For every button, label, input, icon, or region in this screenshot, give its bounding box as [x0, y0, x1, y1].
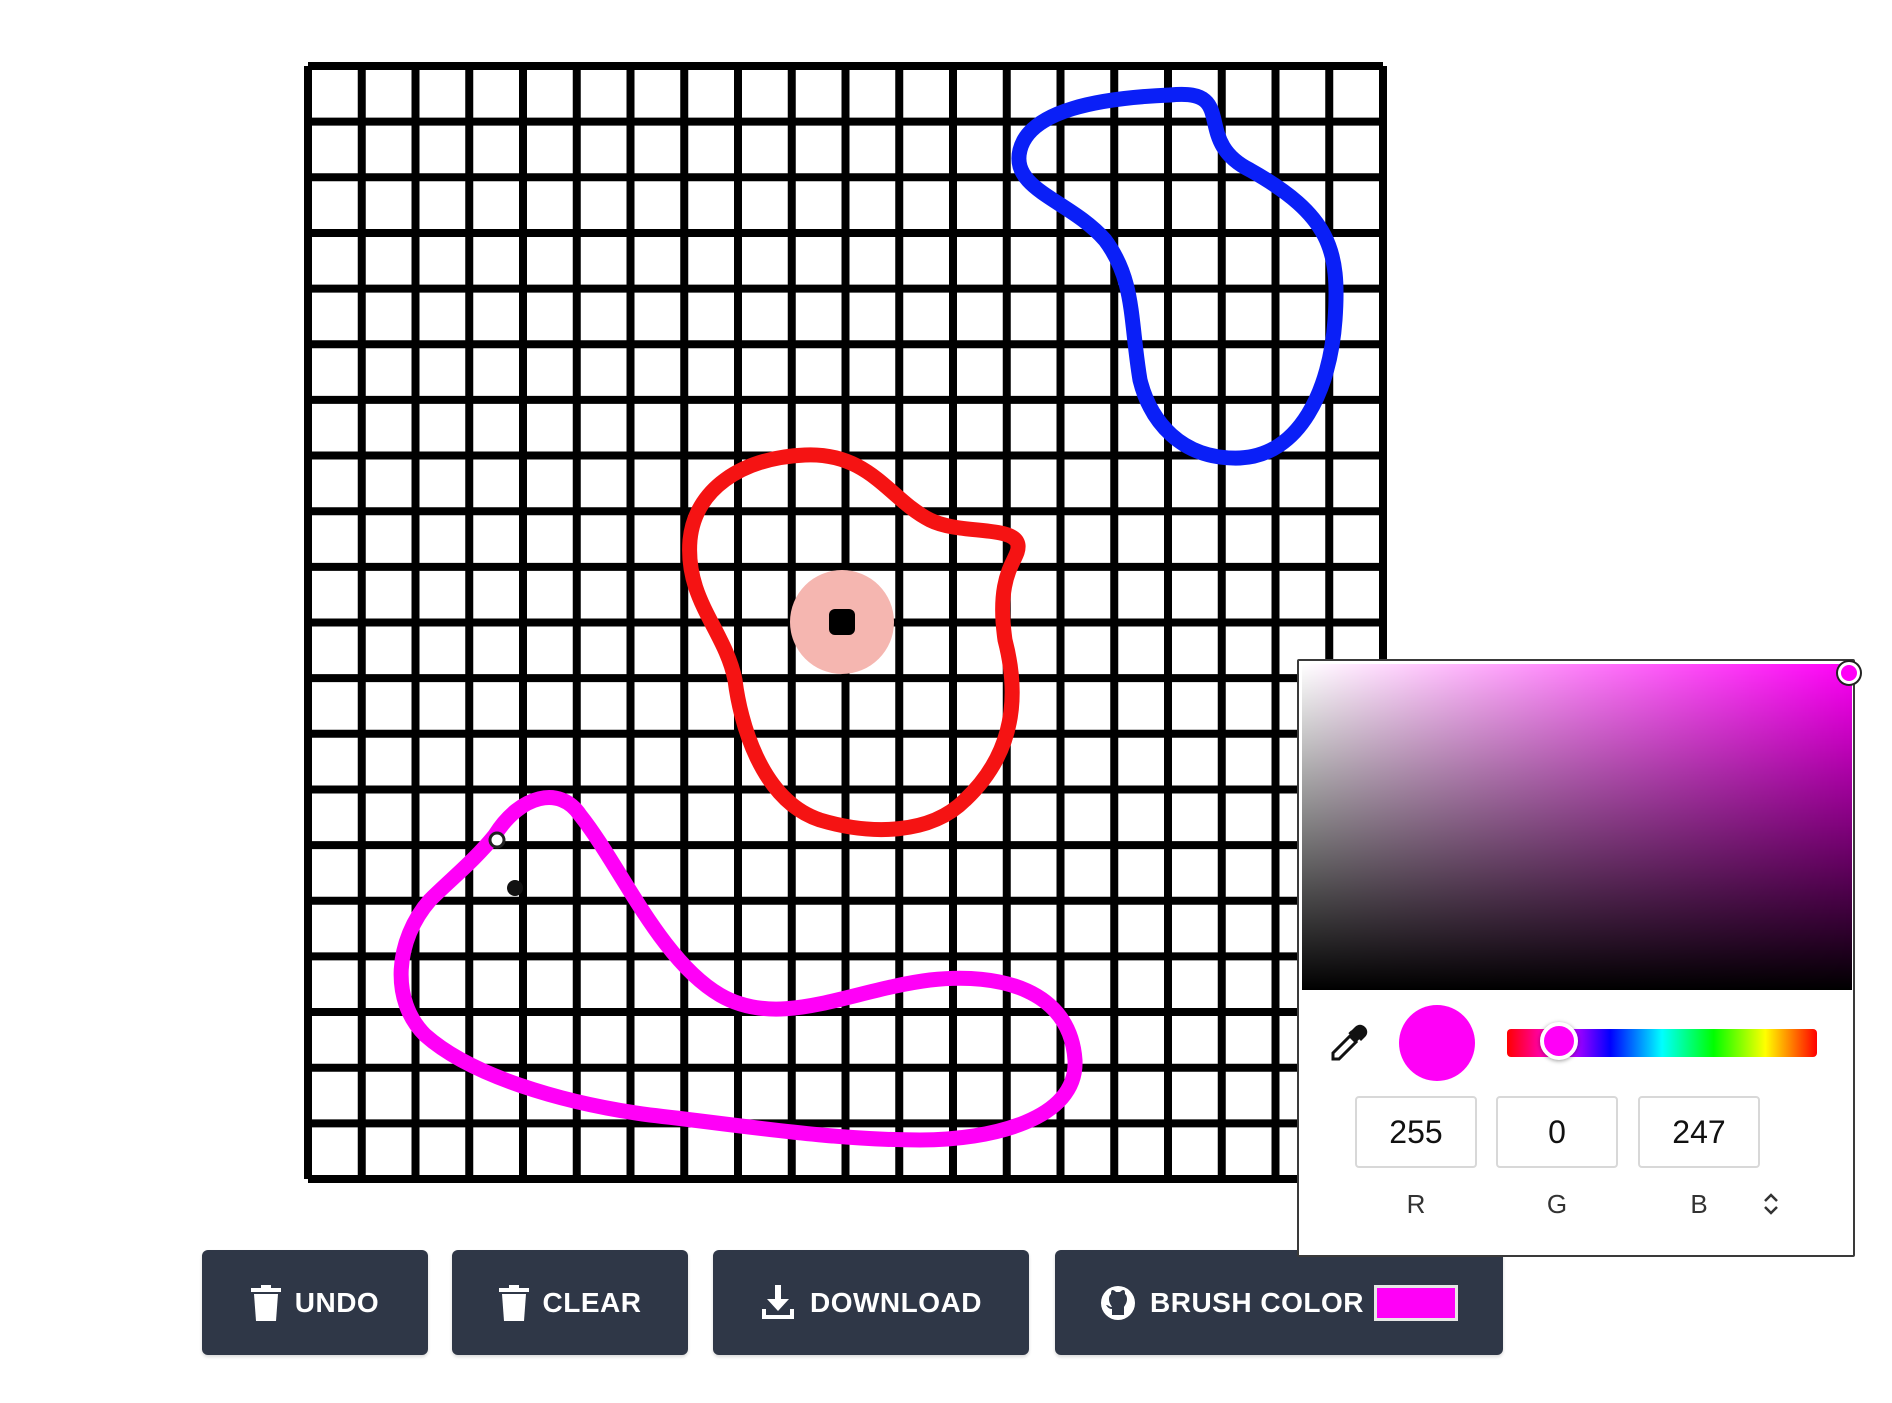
download-button[interactable]: DOWNLOAD — [713, 1250, 1029, 1355]
red-label: R — [1406, 1189, 1426, 1219]
blue-input[interactable] — [1638, 1096, 1760, 1168]
green-input[interactable] — [1496, 1096, 1618, 1168]
black-dot — [507, 880, 523, 896]
blue-label: B — [1690, 1189, 1708, 1219]
undo-button[interactable]: UNDO — [202, 1250, 428, 1355]
trash-icon — [498, 1284, 529, 1321]
red-input[interactable] — [1355, 1096, 1477, 1168]
undo-label: UNDO — [294, 1286, 380, 1318]
download-label: DOWNLOAD — [810, 1286, 982, 1318]
clear-button[interactable]: CLEAR — [452, 1250, 688, 1355]
brush-color-swatch[interactable] — [1373, 1284, 1458, 1321]
color-preview — [1399, 1005, 1475, 1081]
chevron-updown-icon[interactable] — [1761, 1191, 1781, 1217]
brush-color-label: BRUSH COLOR — [1150, 1286, 1364, 1318]
download-icon — [760, 1284, 796, 1321]
hue-slider-handle[interactable] — [1540, 1022, 1578, 1060]
github-icon — [1100, 1285, 1136, 1321]
trash-icon — [250, 1284, 281, 1321]
green-label: G — [1546, 1189, 1568, 1219]
brush-cursor-center — [829, 609, 855, 635]
clear-label: CLEAR — [542, 1286, 642, 1318]
brush-color-button[interactable]: BRUSH COLOR — [1055, 1250, 1503, 1355]
hue-slider[interactable] — [1507, 1022, 1817, 1060]
magenta-dot — [488, 831, 506, 849]
saturation-handle[interactable] — [1838, 662, 1860, 684]
saturation-area[interactable] — [1302, 662, 1860, 990]
eyedropper-icon[interactable] — [1329, 1023, 1369, 1063]
color-picker-popover: R G B — [1297, 659, 1860, 1257]
